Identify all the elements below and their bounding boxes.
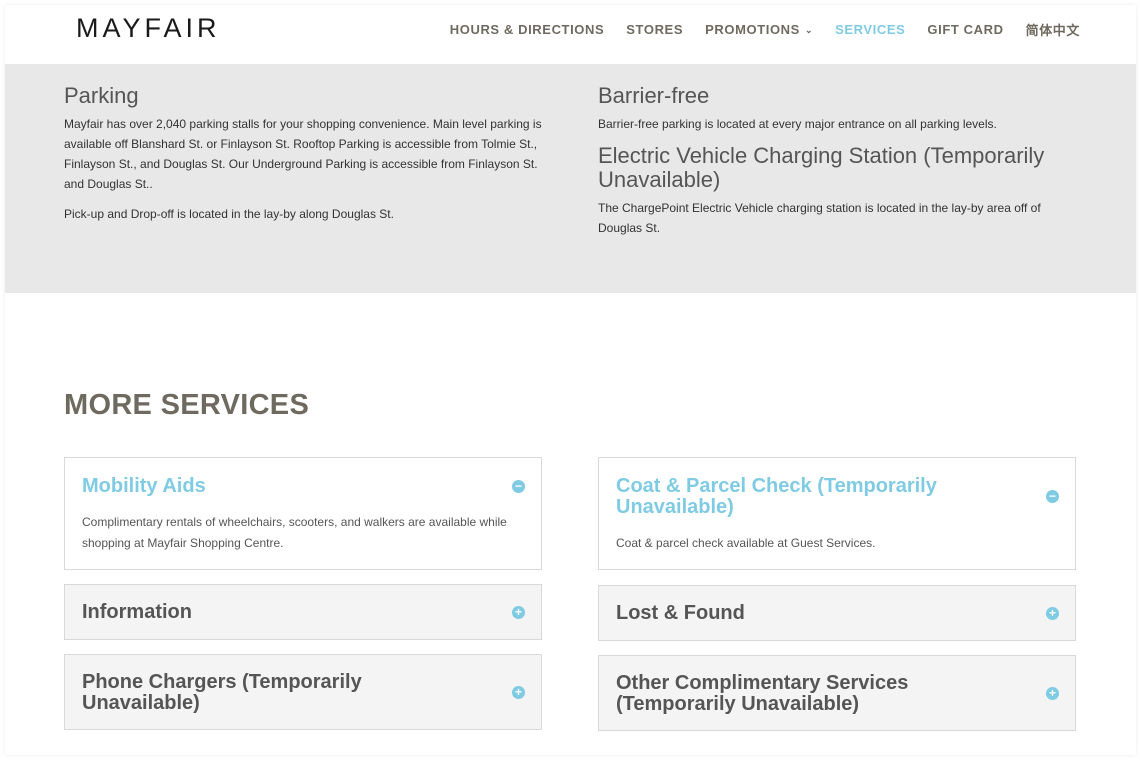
accordion-title[interactable]: Information <box>82 602 482 623</box>
barrier-free-text: Barrier-free parking is located at every… <box>598 117 997 131</box>
collapse-icon[interactable]: − <box>1046 490 1059 503</box>
chevron-down-icon: ⌄ <box>804 25 814 35</box>
expand-icon[interactable]: + <box>512 606 525 619</box>
accordion-title[interactable]: Coat & Parcel Check (Temporarily Unavail… <box>616 476 1016 518</box>
nav-stores[interactable]: STORES <box>626 20 683 39</box>
nav-gift-card[interactable]: GIFT CARD <box>927 20 1003 39</box>
accordion-information[interactable]: Information + <box>64 584 542 640</box>
accordion-mobility-aids[interactable]: Mobility Aids − Complimentary rentals of… <box>64 457 542 570</box>
accordion-lost-found[interactable]: Lost & Found + <box>598 585 1076 641</box>
accessibility-column: Barrier-free Barrier-free parking is loc… <box>598 84 1073 248</box>
mayfair-logo[interactable]: MAYFAIR <box>76 13 221 44</box>
page-frame: MAYFAIR HOURS & DIRECTIONS STORES PROMOT… <box>5 5 1136 755</box>
parking-section: Parking Mayfair has over 2,040 parking s… <box>5 64 1136 293</box>
parking-description: Mayfair has over 2,040 parking stalls fo… <box>64 117 542 191</box>
expand-icon[interactable]: + <box>512 686 525 699</box>
barrier-free-heading: Barrier-free <box>598 83 710 108</box>
ev-charging-text: The ChargePoint Electric Vehicle chargin… <box>598 201 1041 235</box>
ev-charging-heading: Electric Vehicle Charging Station (Tempo… <box>598 143 1045 192</box>
accordion-title[interactable]: Other Complimentary Services (Temporaril… <box>616 673 946 715</box>
accordion-coat-parcel[interactable]: Coat & Parcel Check (Temporarily Unavail… <box>598 457 1076 570</box>
pickup-dropoff-text: Pick-up and Drop-off is located in the l… <box>64 207 394 221</box>
nav-hours-directions[interactable]: HOURS & DIRECTIONS <box>450 20 605 39</box>
nav-promotions-label: PROMOTIONS <box>705 22 800 37</box>
more-services-heading: MORE SERVICES <box>64 389 309 422</box>
nav-services[interactable]: SERVICES <box>835 20 905 39</box>
site-header: MAYFAIR HOURS & DIRECTIONS STORES PROMOT… <box>5 5 1136 64</box>
more-services-heading-bold: SERVICES <box>160 389 310 422</box>
expand-icon[interactable]: + <box>1046 687 1059 700</box>
collapse-icon[interactable]: − <box>512 480 525 493</box>
more-services-heading-light: MORE <box>64 389 161 422</box>
accordion-title[interactable]: Phone Chargers (Temporarily Unavailable) <box>82 672 412 714</box>
accordion-phone-chargers[interactable]: Phone Chargers (Temporarily Unavailable)… <box>64 654 542 730</box>
accordion-body: Complimentary rentals of wheelchairs, sc… <box>82 515 507 550</box>
parking-column: Parking Mayfair has over 2,040 parking s… <box>64 84 544 234</box>
accordion-other-services[interactable]: Other Complimentary Services (Temporaril… <box>598 655 1076 731</box>
accordion-title[interactable]: Lost & Found <box>616 603 1016 624</box>
parking-heading: Parking <box>64 83 139 108</box>
expand-icon[interactable]: + <box>1046 607 1059 620</box>
accordion-body: Coat & parcel check available at Guest S… <box>616 536 876 550</box>
accordion-title[interactable]: Mobility Aids <box>82 476 482 497</box>
main-nav: HOURS & DIRECTIONS STORES PROMOTIONS ⌄ S… <box>428 20 1080 39</box>
nav-language-chinese[interactable]: 简体中文 <box>1026 20 1080 39</box>
nav-promotions[interactable]: PROMOTIONS ⌄ <box>705 20 813 39</box>
